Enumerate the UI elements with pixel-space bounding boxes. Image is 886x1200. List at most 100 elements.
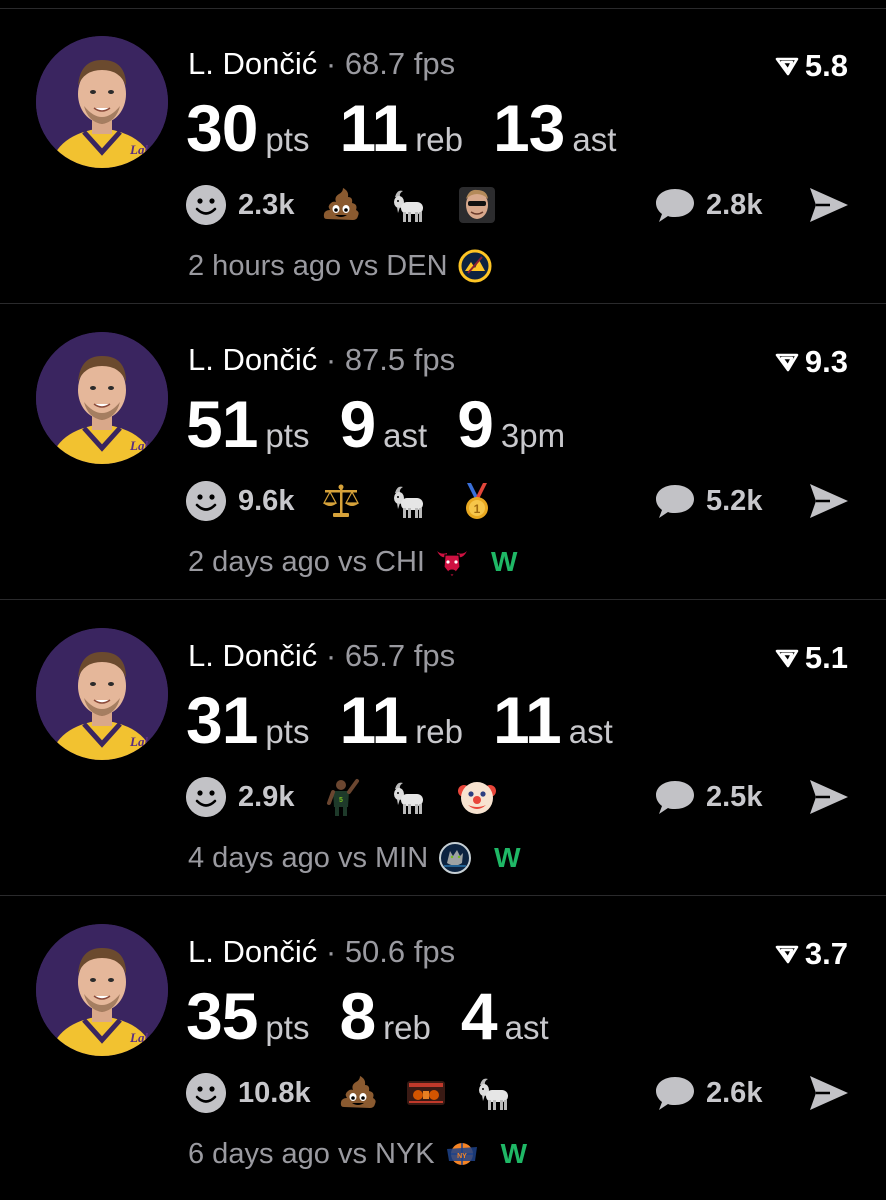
time-opponent: 2 days ago vs CHI — [188, 545, 425, 578]
comments-button[interactable]: 2.8k — [654, 182, 762, 228]
comment-count: 2.5k — [706, 780, 763, 813]
stat-value: 4 — [460, 979, 498, 1053]
stat-value: 8 — [339, 979, 376, 1053]
reaction-count: 10.8k — [238, 1076, 311, 1109]
fps-score: 65.7 fps — [344, 638, 456, 673]
stat-item: 13 ast — [493, 90, 616, 166]
reaction-bar: 2.3k — [186, 182, 498, 228]
stat-item: 11 reb — [339, 90, 462, 166]
smiley-icon — [186, 481, 226, 521]
post-headline: L. Dončić · 50.6 fps — [188, 932, 455, 972]
rating-arrow-icon — [775, 353, 799, 372]
rating-value: 5.8 — [804, 48, 848, 83]
reaction-count: 9.6k — [238, 484, 295, 517]
goat-emoji-icon[interactable] — [388, 480, 430, 522]
clown-emoji-icon[interactable] — [456, 776, 498, 818]
game-meta: 2 days ago vs CHI W — [188, 540, 517, 584]
svg-text:Lakers: Lakers — [129, 142, 167, 157]
stat-item: 51 pts — [186, 386, 309, 462]
game-post-card[interactable]: Lakers L. Dončić · 65.7 fps 5.1 31 pts 11… — [0, 600, 886, 896]
stat-item: 11 reb — [339, 682, 462, 758]
svg-text:Lakers: Lakers — [129, 1030, 167, 1045]
rating-badge: 9.3 — [775, 342, 848, 382]
stat-item: 31 pts — [186, 682, 309, 758]
stat-value: 30 — [186, 91, 258, 165]
comments-button[interactable]: 2.5k — [654, 774, 762, 820]
stat-item: 35 pts — [186, 978, 309, 1054]
stat-value: 13 — [492, 91, 565, 165]
rating-badge: 3.7 — [775, 934, 848, 974]
stat-item: 4 ast — [461, 978, 549, 1054]
time-opponent: 6 days ago vs NYK — [188, 1137, 435, 1170]
stat-value: 11 — [492, 683, 562, 757]
stat-value: 31 — [186, 683, 258, 757]
goat-emoji-icon[interactable] — [388, 776, 430, 818]
poop-emoji-icon[interactable] — [337, 1072, 379, 1114]
stat-unit: reb — [383, 1009, 431, 1046]
stat-unit: pts — [265, 713, 310, 750]
smiley-icon — [186, 1073, 226, 1113]
game-result: W — [490, 546, 518, 577]
smiley-icon — [186, 185, 226, 225]
reaction-bar: 9.6k 1 — [186, 478, 498, 524]
comment-bubble-icon — [656, 1077, 694, 1110]
stat-unit: reb — [415, 121, 463, 158]
player-name[interactable]: L. Dončić — [188, 342, 317, 377]
stat-unit: ast — [568, 713, 613, 750]
stat-value: 35 — [186, 979, 258, 1053]
player-name[interactable]: L. Dončić — [188, 638, 317, 673]
stat-value: 51 — [186, 387, 258, 461]
goat-emoji-icon[interactable] — [388, 184, 430, 226]
player-name[interactable]: L. Dončić — [188, 934, 317, 969]
poop-emoji-icon[interactable] — [320, 184, 362, 226]
game-post-card[interactable]: Lakers L. Dončić · 87.5 fps 9.3 51 pts 9a… — [0, 304, 886, 600]
separator-dot: · — [325, 934, 337, 969]
scales-emoji-icon[interactable] — [320, 480, 362, 522]
goat-emoji-icon[interactable] — [473, 1072, 515, 1114]
stat-line: 31 pts 11 reb 11 ast — [186, 682, 643, 762]
player-celebration-emoji-icon[interactable]: 5 — [320, 776, 362, 818]
add-reaction-button[interactable]: 10.8k — [186, 1073, 311, 1113]
custom-sticker-emoji-icon[interactable] — [405, 1072, 447, 1114]
player-avatar[interactable]: Lakers — [36, 36, 168, 168]
reaction-bar: 2.9k 5 — [186, 774, 498, 820]
stat-unit: pts — [265, 1009, 310, 1046]
time-opponent: 4 days ago vs MIN — [188, 841, 429, 874]
comment-count: 2.6k — [706, 1076, 763, 1109]
stat-item: 30 pts — [186, 90, 309, 166]
game-post-card[interactable]: Lakers L. Dončić · 68.7 fps 5.8 30 pts 11… — [0, 8, 886, 304]
comments-button[interactable]: 2.6k — [654, 1070, 762, 1116]
player-avatar[interactable]: Lakers — [36, 924, 168, 1056]
svg-text:1: 1 — [474, 502, 481, 516]
player-name[interactable]: L. Dončić — [188, 46, 317, 81]
stat-item: 9 3pm — [457, 386, 565, 462]
stat-unit: ast — [383, 417, 428, 454]
add-reaction-button[interactable]: 2.9k — [186, 777, 294, 817]
player-avatar[interactable]: Lakers — [36, 628, 168, 760]
add-reaction-button[interactable]: 2.3k — [186, 185, 294, 225]
share-icon[interactable] — [806, 184, 852, 226]
game-post-card[interactable]: Lakers L. Dončić · 50.6 fps 3.7 35 pts 8r… — [0, 896, 886, 1192]
share-icon[interactable] — [806, 1072, 852, 1114]
reaction-bar: 10.8k — [186, 1070, 515, 1116]
share-icon[interactable] — [806, 480, 852, 522]
player-avatar[interactable]: Lakers — [36, 332, 168, 464]
comments-button[interactable]: 5.2k — [654, 478, 762, 524]
add-reaction-button[interactable]: 9.6k — [186, 481, 294, 521]
knicks-logo-icon: NY — [445, 1137, 479, 1171]
timberwolves-logo-icon — [438, 841, 472, 875]
stat-line: 30 pts 11 reb 13 ast — [186, 90, 646, 170]
gold-medal-emoji-icon[interactable]: 1 — [456, 480, 498, 522]
stat-value: 11 — [339, 91, 408, 165]
share-icon[interactable] — [806, 776, 852, 818]
player-face-emoji-icon[interactable] — [456, 184, 498, 226]
svg-text:Lakers: Lakers — [129, 438, 167, 453]
comment-count: 5.2k — [706, 484, 763, 517]
comment-count: 2.8k — [706, 188, 763, 221]
fps-score: 87.5 fps — [344, 342, 456, 377]
stat-unit: ast — [572, 121, 617, 158]
fps-score: 68.7 fps — [344, 46, 456, 81]
stat-item: 9 ast — [339, 386, 427, 462]
separator-dot: · — [325, 46, 337, 81]
rating-value: 9.3 — [804, 344, 848, 379]
